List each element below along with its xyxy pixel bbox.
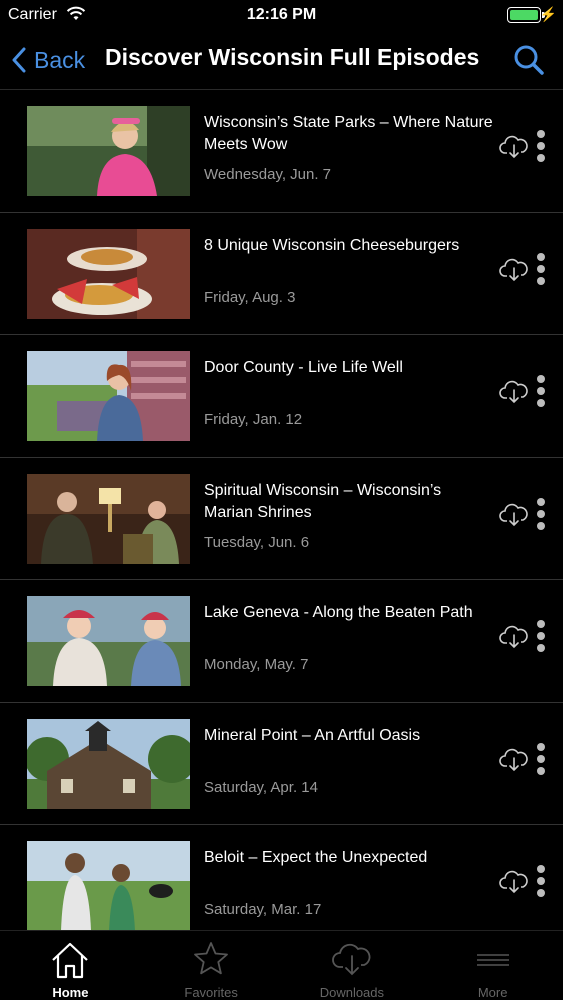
dot (537, 154, 545, 162)
dot (537, 276, 545, 285)
dot (537, 399, 545, 407)
more-options-button[interactable] (534, 861, 548, 901)
episode-title[interactable]: Door County - Live Life Well (204, 357, 494, 379)
episode-row[interactable]: Mineral Point – An Artful Oasis Saturday… (0, 703, 563, 825)
download-button[interactable] (499, 134, 529, 160)
back-button[interactable]: Back (12, 42, 85, 78)
search-button[interactable] (511, 42, 547, 78)
search-icon (514, 45, 544, 75)
tab-label: More (477, 985, 508, 1000)
episode-date: Saturday, Apr. 14 (204, 778, 318, 796)
episode-thumbnail[interactable] (27, 718, 190, 809)
dot (537, 877, 545, 885)
more-options-button[interactable] (534, 249, 548, 289)
dot (537, 620, 545, 628)
tab-label: Downloads (319, 985, 385, 1000)
episode-date: Friday, Jan. 12 (204, 411, 303, 428)
episode-thumbnail[interactable] (27, 596, 190, 686)
status-time: 12:16 PM (246, 6, 317, 23)
episode-thumbnail[interactable] (27, 473, 190, 564)
dot (537, 632, 545, 640)
episode-row[interactable]: Beloit – Expect the Unexpected Saturday,… (0, 825, 563, 930)
episode-thumbnail[interactable] (27, 841, 190, 930)
episode-date: Friday, Aug. 3 (204, 288, 296, 306)
tab-label: Favorites (184, 985, 238, 1000)
page-title: Discover Wisconsin Full Episodes (105, 44, 480, 70)
episode-title[interactable]: Beloit – Expect the Unexpected (204, 847, 494, 869)
download-button[interactable] (499, 379, 529, 405)
dot (537, 264, 545, 273)
episode-title[interactable]: Wisconsin’s State Parks – Where Nature M… (204, 112, 494, 156)
episode-title[interactable]: Lake Geneva - Along the Beaten Path (204, 602, 494, 624)
dot (537, 252, 545, 261)
dot (537, 130, 545, 138)
more-options-button[interactable] (534, 616, 548, 656)
dot (537, 387, 545, 395)
download-button[interactable] (499, 869, 529, 895)
cloud-download-icon (499, 870, 528, 894)
tab-home[interactable]: Home (0, 931, 141, 1000)
charging-icon: ⚡ (539, 6, 557, 22)
cloud-download-icon (499, 503, 528, 526)
cloud-download-icon (499, 258, 528, 281)
episode-date: Monday, May. 7 (204, 656, 309, 673)
episode-thumbnail[interactable] (27, 106, 190, 196)
tab-more[interactable]: More (422, 931, 563, 1000)
dot (537, 142, 545, 150)
episode-row[interactable]: Lake Geneva - Along the Beaten Path Mond… (0, 580, 563, 703)
episode-row[interactable]: Spiritual Wisconsin – Wisconsin’s Marian… (0, 458, 563, 580)
episode-date: Wednesday, Jun. 7 (204, 166, 332, 183)
home-icon (52, 942, 89, 979)
cloud-download-icon (499, 625, 528, 649)
more-options-button[interactable] (534, 371, 548, 411)
download-button[interactable] (499, 624, 529, 650)
episode-thumbnail[interactable] (27, 351, 190, 441)
battery-icon (507, 7, 541, 23)
star-icon (194, 942, 229, 975)
more-options-button[interactable] (534, 126, 548, 166)
dot (537, 497, 545, 506)
episode-date: Tuesday, Jun. 6 (204, 533, 310, 551)
tab-downloads[interactable]: Downloads (282, 931, 423, 1000)
episode-title[interactable]: 8 Unique Wisconsin Cheeseburgers (204, 235, 494, 257)
episode-row[interactable]: Door County - Live Life Well Friday, Jan… (0, 335, 563, 458)
chevron-left-icon (12, 47, 26, 73)
dot (537, 521, 545, 530)
episode-row[interactable]: Wisconsin’s State Parks – Where Nature M… (0, 90, 563, 213)
dot (537, 754, 545, 763)
cloud-download-icon (499, 380, 528, 404)
dot (537, 644, 545, 652)
status-bar: Carrier 12:16 PM ⚡ (0, 0, 563, 32)
download-button[interactable] (499, 747, 529, 773)
episode-thumbnail[interactable] (27, 228, 190, 319)
cloud-download-icon (331, 943, 371, 976)
episode-title[interactable]: Mineral Point – An Artful Oasis (204, 725, 494, 747)
download-button[interactable] (499, 502, 529, 528)
episode-date: Saturday, Mar. 17 (204, 901, 322, 918)
download-button[interactable] (499, 257, 529, 283)
episode-list[interactable]: Wisconsin’s State Parks – Where Nature M… (0, 90, 563, 930)
tab-label: Home (52, 985, 89, 1000)
episode-row[interactable]: 8 Unique Wisconsin Cheeseburgers Friday,… (0, 213, 563, 335)
dot (537, 375, 545, 383)
nav-bar: Back Discover Wisconsin Full Episodes (0, 32, 563, 90)
dot (537, 509, 545, 518)
more-options-button[interactable] (534, 494, 548, 534)
menu-lines-icon (476, 954, 509, 966)
tab-bar: Home Favorites Downloads More (0, 930, 563, 1000)
dot (537, 742, 545, 751)
dot (537, 889, 545, 897)
dot (537, 766, 545, 775)
cloud-download-icon (499, 748, 528, 771)
episode-title[interactable]: Spiritual Wisconsin – Wisconsin’s Marian… (204, 480, 494, 524)
cloud-download-icon (499, 135, 528, 159)
back-label: Back (34, 46, 86, 73)
more-options-button[interactable] (534, 739, 548, 779)
tab-favorites[interactable]: Favorites (141, 931, 282, 1000)
dot (537, 865, 545, 873)
